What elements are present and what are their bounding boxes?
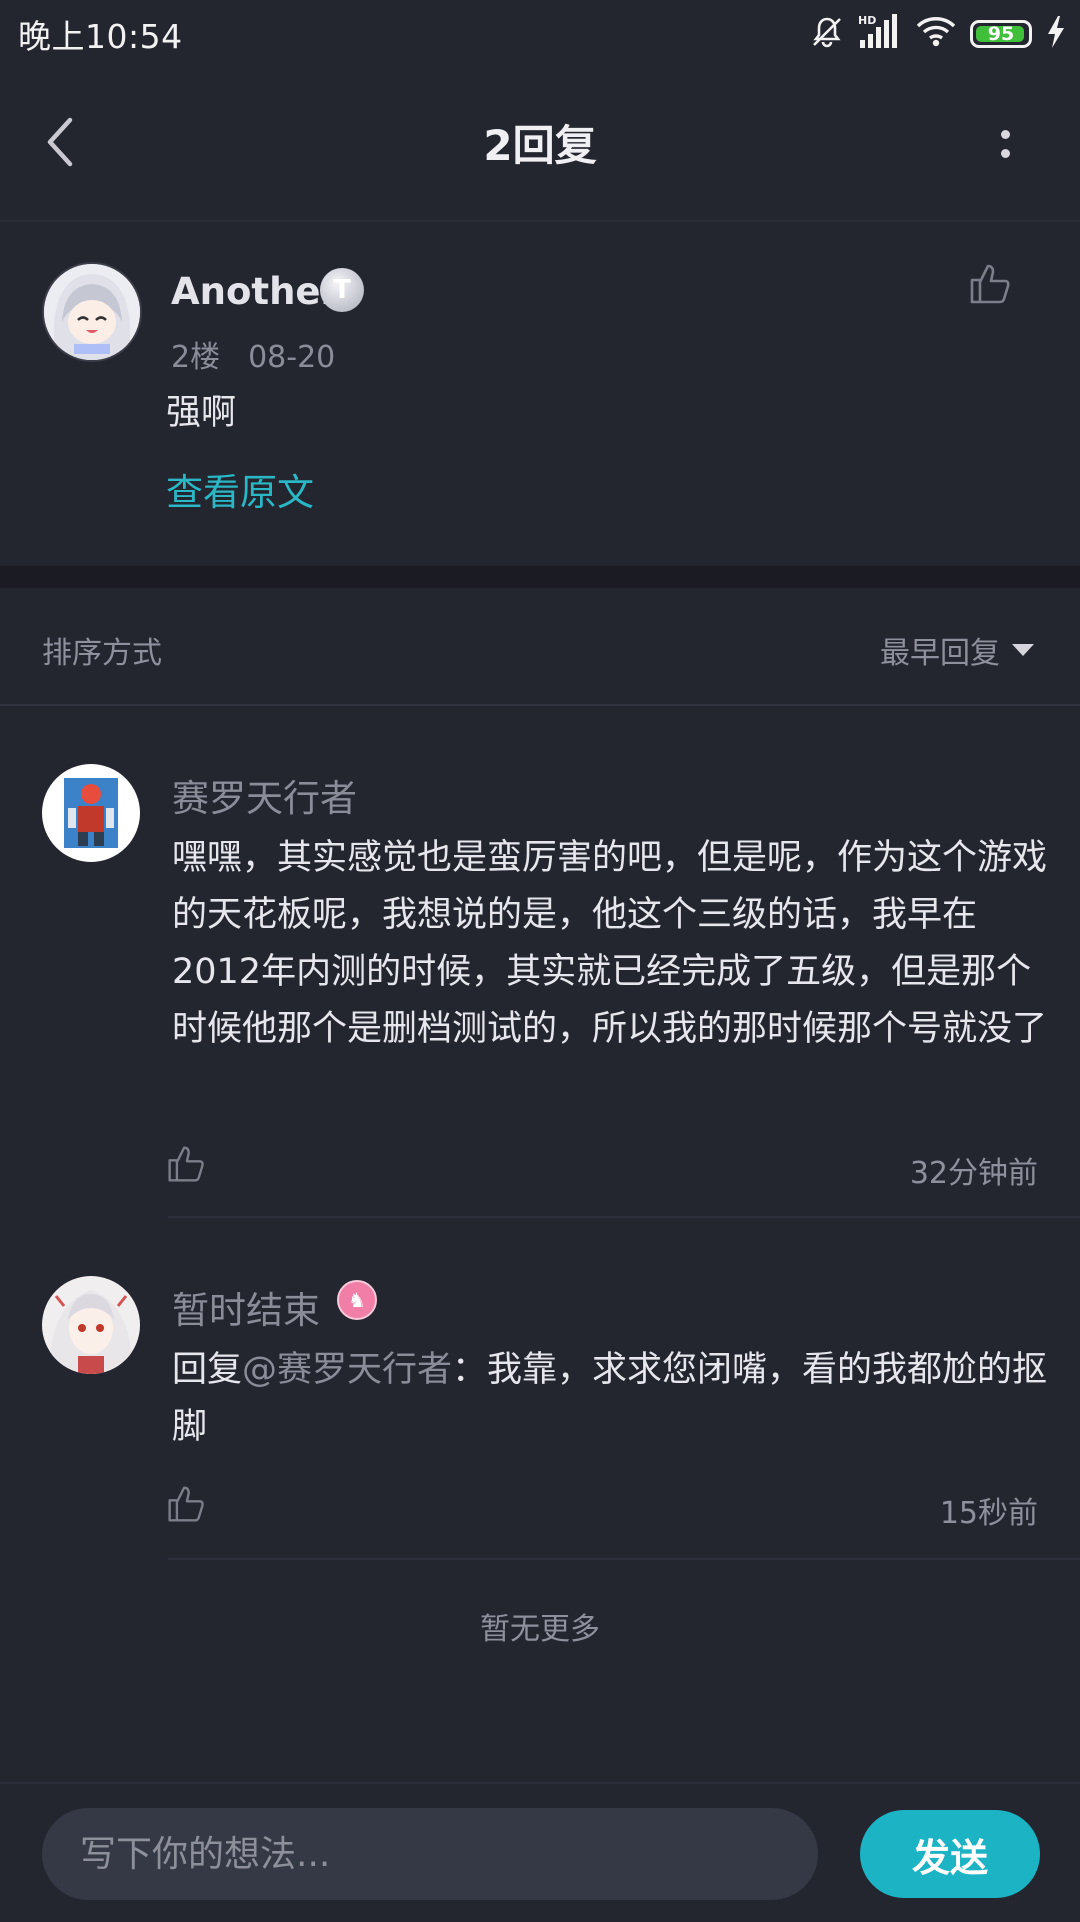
hd-signal-icon: HD [858,14,902,54]
divider [168,1558,1080,1560]
sort-dropdown[interactable]: 最早回复 [880,628,1034,672]
divider [168,1216,1080,1218]
reply-prefix: 回复 [172,1350,243,1390]
op-floor: 2楼 [171,340,221,375]
end-of-list-text: 暂无更多 [480,1612,600,1647]
sort-value: 最早回复 [880,636,1000,671]
op-meta: 2楼 08-20 [171,332,335,376]
dropdown-arrow-icon [1012,644,1034,656]
reply-content: 嘿嘿，其实感觉也是蛮厉害的吧，但是呢，作为这个游戏的天花板呢，我想说的是，他这个… [172,838,1048,1049]
reply-avatar[interactable] [42,764,140,862]
send-button[interactable]: 发送 [860,1810,1040,1898]
charging-icon [1046,16,1066,52]
status-bar: 晚上10:54 HD 95 [0,0,1080,68]
thumbs-up-icon [168,1486,204,1522]
reply-timestamp: 15秒前 [939,1496,1038,1531]
badge-letter: T [333,275,351,305]
op-content: 强啊 [166,393,237,433]
reply-avatar[interactable] [42,1276,140,1374]
sort-label: 排序方式 [42,636,162,671]
reply-author-name[interactable]: 暂时结束 [172,1280,320,1334]
reply-content: 回复@赛罗天行者：我靠，求求您闭嘴，看的我都尬的抠脚 [172,1342,1052,1456]
battery-percent: 95 [987,23,1015,45]
bell-off-icon [810,15,844,53]
mention-link[interactable]: @赛罗天行者 [242,1350,452,1390]
svg-text:HD: HD [858,14,876,27]
comment-input[interactable] [42,1808,818,1900]
reply-like-button[interactable] [166,1144,206,1184]
more-options-button[interactable] [990,114,1020,174]
section-divider [0,566,1080,588]
op-avatar[interactable] [42,262,142,362]
op-author-name[interactable]: Another [171,270,339,313]
wifi-icon [916,16,956,52]
thumbs-up-icon [168,1146,204,1182]
more-vertical-icon [1000,130,1010,139]
reply-like-button[interactable] [166,1484,206,1524]
thumbs-up-icon [970,264,1010,304]
reply-timestamp: 32分钟前 [909,1156,1038,1191]
user-level-badge: T [320,268,364,312]
top-app-bar: 2回复 [0,68,1080,222]
status-time: 晚上10:54 [18,17,183,56]
view-original-link[interactable]: 查看原文 [166,462,314,516]
user-badge-icon: ♞ [337,1280,377,1320]
battery-icon: 95 [970,20,1032,48]
op-like-button[interactable] [968,262,1012,306]
page-title: 2回复 [483,121,597,170]
status-icons: HD 95 [810,12,1066,56]
divider [0,704,1080,706]
comment-bar: 发送 [0,1782,1080,1922]
op-date: 08-20 [248,340,336,375]
reply-author-name[interactable]: 赛罗天行者 [172,768,357,822]
